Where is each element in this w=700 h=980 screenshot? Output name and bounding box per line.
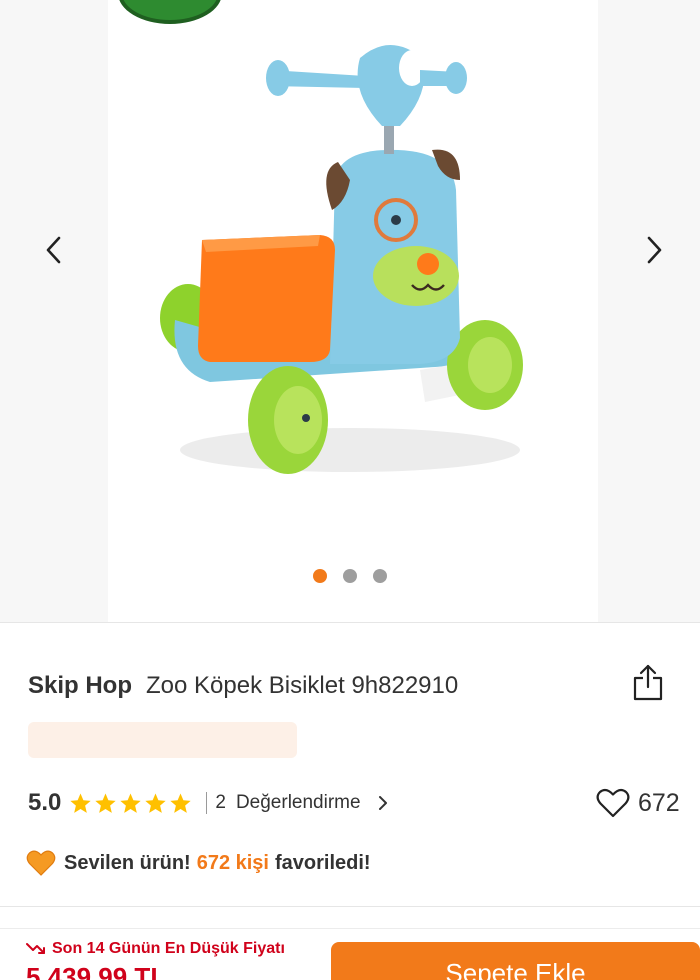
chevron-left-icon bbox=[46, 236, 61, 264]
brand-name[interactable]: Skip Hop bbox=[28, 672, 132, 700]
favorite-button[interactable]: 672 bbox=[596, 784, 680, 822]
add-to-cart-button[interactable]: Sepete Ekle bbox=[331, 942, 700, 980]
review-label: Değerlendirme bbox=[235, 792, 361, 813]
pagination-dot-2[interactable] bbox=[343, 569, 357, 583]
previous-image-button[interactable] bbox=[34, 228, 74, 272]
star-icon bbox=[170, 792, 192, 813]
image-gallery bbox=[0, 0, 700, 622]
pagination-dot-1[interactable] bbox=[313, 569, 327, 583]
star-icon bbox=[95, 792, 117, 813]
promo-placeholder bbox=[28, 722, 297, 758]
review-count: 2 bbox=[215, 792, 226, 813]
chevron-right-small-icon bbox=[378, 796, 387, 810]
star-icon bbox=[145, 792, 167, 813]
loved-product-note: Sevilen ürün! 672 kişi favoriledi! bbox=[26, 846, 371, 880]
product-name: Zoo Köpek Bisiklet 9h822910 bbox=[146, 672, 459, 699]
reviews-link[interactable]: 2 Değerlendirme bbox=[215, 792, 388, 814]
product-title: Skip Hop Zoo Köpek Bisiklet 9h822910 bbox=[28, 668, 648, 704]
share-icon bbox=[633, 664, 663, 701]
lowest-price-label: Son 14 Günün En Düşük Fiyatı bbox=[26, 940, 285, 958]
favorite-count: 672 bbox=[638, 788, 680, 817]
share-button[interactable] bbox=[628, 660, 668, 704]
trend-down-icon bbox=[26, 943, 45, 954]
product-image[interactable] bbox=[150, 30, 550, 490]
price: 5.439,99 TL bbox=[26, 962, 167, 980]
star-icon bbox=[120, 792, 142, 813]
loved-count: 672 kişi bbox=[196, 851, 269, 874]
divider bbox=[0, 622, 700, 623]
lowest-price-text: Son 14 Günün En Düşük Fiyatı bbox=[52, 940, 285, 957]
next-image-button[interactable] bbox=[634, 228, 674, 272]
chevron-right-icon bbox=[647, 236, 662, 264]
star-rating bbox=[69, 792, 192, 815]
loved-text: Sevilen ürün! bbox=[64, 851, 191, 874]
rating-separator bbox=[206, 792, 208, 814]
star-icon bbox=[70, 792, 92, 813]
heart-outline-icon bbox=[596, 788, 630, 818]
rating-summary: 5.0 2 Değerlendirme bbox=[28, 784, 389, 822]
pagination-dot-3[interactable] bbox=[373, 569, 387, 583]
rating-score: 5.0 bbox=[28, 789, 62, 816]
loved-tail: favoriledi! bbox=[275, 851, 371, 874]
gallery-pagination bbox=[0, 569, 700, 583]
divider bbox=[0, 906, 700, 907]
orange-heart-icon bbox=[26, 850, 56, 876]
